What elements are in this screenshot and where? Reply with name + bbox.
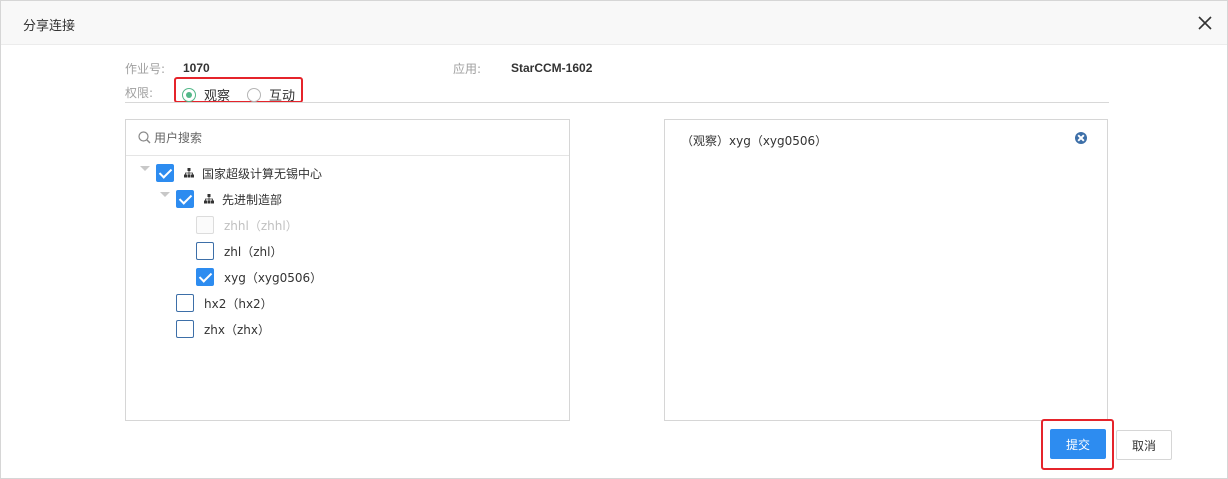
expand-dept-icon[interactable] [160,192,170,197]
job-label: 作业号: [125,62,166,76]
user-label: zhl（zhl） [224,244,283,259]
org-icon [204,194,214,204]
user-label: zhx（zhx） [204,322,271,337]
dept-label: 先进制造部 [222,192,283,207]
app-value: StarCCM-1602 [511,61,593,75]
dialog-header: 分享连接 [1,1,1227,45]
selected-item: （观察）xyg（xyg0506） [681,134,828,148]
close-icon[interactable] [1195,13,1215,33]
user-tree-panel: 国家超级计算无锡中心 先进制造部 zhhl（zhhl） zhl（zhl） [125,119,570,421]
job-value: 1070 [183,61,210,75]
user-checkbox[interactable] [176,320,194,338]
selected-users-panel: （观察）xyg（xyg0506） [664,119,1108,421]
permission-label: 权限: [125,86,154,100]
search-icon [138,131,151,144]
user-checkbox[interactable] [196,242,214,260]
user-label: zhhl（zhhl） [224,218,298,233]
user-checkbox [196,216,214,234]
tree-node-user: zhhl（zhhl） [196,215,298,235]
tree-node-user[interactable]: xyg（xyg0506） [196,267,322,287]
org-icon [184,168,194,178]
tree-node-root[interactable]: 国家超级计算无锡中心 [156,163,322,183]
expand-root-icon[interactable] [140,166,150,171]
remove-icon[interactable] [1075,132,1087,144]
tree-node-user[interactable]: zhl（zhl） [196,241,282,261]
radio-interact-indicator[interactable] [247,87,261,102]
user-checkbox[interactable] [196,268,214,286]
dept-checkbox[interactable] [176,190,194,208]
root-checkbox[interactable] [156,164,174,182]
user-label: xyg（xyg0506） [224,270,323,285]
user-checkbox[interactable] [176,294,194,312]
radio-observe-indicator[interactable] [182,87,196,102]
tree-node-user[interactable]: zhx（zhx） [176,319,270,339]
app-label: 应用: [453,62,482,76]
submit-button[interactable]: 提交 [1050,429,1106,459]
dialog-title: 分享连接 [23,19,76,34]
share-connection-dialog: 分享连接 作业号: 1070 应用: StarCCM-1602 权限: 观察 互… [0,0,1228,479]
user-search-input[interactable] [154,128,554,148]
tree-node-dept[interactable]: 先进制造部 [176,189,282,209]
permission-highlight: 观察 互动 [174,77,303,104]
tree-node-user[interactable]: hx2（hx2） [176,293,273,313]
divider [125,102,1109,103]
user-label: hx2（hx2） [204,296,273,311]
cancel-button[interactable]: 取消 [1116,430,1172,460]
root-label: 国家超级计算无锡中心 [202,166,323,181]
user-search-bar [126,120,569,156]
